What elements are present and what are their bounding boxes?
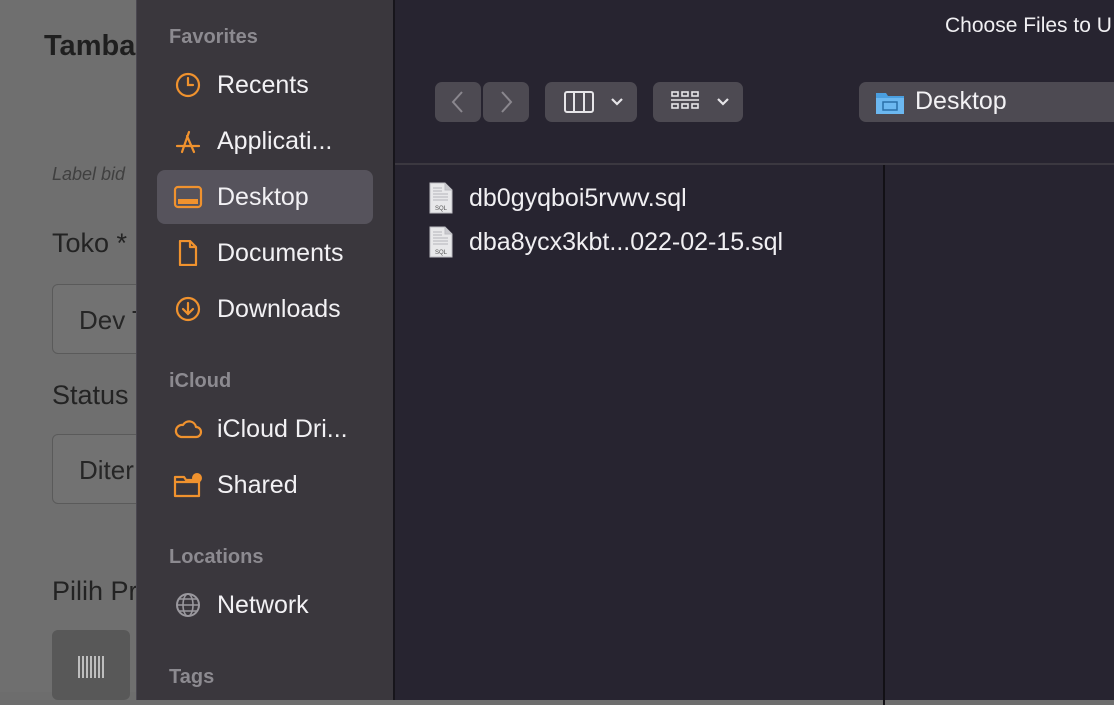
file-chooser-dialog: Favorites Recents Applicati... Desktop D… — [136, 0, 1114, 705]
group-button[interactable] — [653, 82, 743, 122]
dialog-title: Choose Files to U — [945, 14, 1112, 37]
folder-icon — [876, 93, 904, 114]
status-label: Status — [52, 380, 129, 410]
sidebar-item-label: Network — [217, 591, 309, 619]
sql-file-icon: SQL — [429, 182, 453, 214]
file-name: dba8ycx3kbt...022-02-15.sql — [469, 228, 784, 256]
sidebar-item-label: Shared — [217, 471, 298, 499]
chevron-down-icon — [717, 98, 729, 106]
download-icon — [175, 296, 201, 322]
toko-label: Toko * — [52, 228, 128, 258]
section-icloud: iCloud — [169, 370, 232, 392]
barcode-icon — [78, 656, 104, 678]
section-locations: Locations — [169, 546, 264, 568]
sidebar-item-desktop[interactable]: Desktop — [157, 170, 373, 224]
columns-view-icon — [564, 91, 594, 113]
view-mode-button[interactable] — [545, 82, 637, 122]
column-divider[interactable] — [883, 165, 885, 705]
svg-text:SQL: SQL — [435, 250, 448, 256]
status-value: Diter — [79, 455, 134, 485]
location-popup[interactable]: Desktop — [859, 82, 1114, 122]
sidebar-item-recents[interactable]: Recents — [157, 58, 373, 112]
chevron-right-icon — [501, 91, 513, 113]
sidebar-item-network[interactable]: Network — [157, 578, 373, 632]
grid-group-icon — [671, 91, 699, 109]
shared-folder-icon — [173, 473, 202, 498]
file-row[interactable]: SQL dba8ycx3kbt...022-02-15.sql — [429, 224, 869, 264]
sidebar: Favorites Recents Applicati... Desktop D… — [137, 0, 395, 700]
file-name: db0gyqboi5rvwv.sql — [469, 184, 687, 212]
sidebar-item-applications[interactable]: Applicati... — [157, 114, 373, 168]
location-label: Desktop — [915, 87, 1007, 115]
document-icon — [178, 240, 198, 266]
globe-icon — [176, 593, 200, 617]
section-tags: Tags — [169, 666, 215, 688]
sidebar-item-label: Downloads — [217, 295, 341, 323]
sidebar-item-downloads[interactable]: Downloads — [157, 282, 373, 336]
page-hint: Label bid — [52, 164, 126, 184]
file-browser: Choose Files to U Desktop SQL db0gyqboi5… — [395, 0, 1114, 705]
toolbar-divider — [395, 163, 1114, 165]
cloud-icon — [174, 420, 203, 439]
product-thumbnail[interactable] — [52, 630, 130, 700]
sidebar-item-label: Recents — [217, 71, 309, 99]
sidebar-item-label: Applicati... — [217, 127, 333, 155]
section-favorites: Favorites — [169, 26, 258, 48]
sql-file-icon: SQL — [429, 226, 453, 258]
sidebar-item-documents[interactable]: Documents — [157, 226, 373, 280]
chevron-left-icon — [451, 91, 463, 113]
sidebar-item-label: Documents — [217, 239, 344, 267]
applications-icon — [175, 130, 201, 154]
page-title: Tamba — [44, 30, 136, 62]
chevron-down-icon — [611, 98, 623, 106]
svg-text:SQL: SQL — [435, 206, 448, 212]
desktop-icon — [173, 185, 203, 209]
file-row[interactable]: SQL db0gyqboi5rvwv.sql — [429, 180, 869, 220]
sidebar-item-label: iCloud Dri... — [217, 415, 348, 443]
sidebar-item-label: Desktop — [217, 183, 309, 211]
product-label: Pilih Pr — [52, 576, 138, 606]
back-button[interactable] — [435, 82, 481, 122]
sidebar-item-icloud-drive[interactable]: iCloud Dri... — [157, 402, 373, 456]
sidebar-item-shared[interactable]: Shared — [157, 458, 373, 512]
forward-button[interactable] — [483, 82, 529, 122]
clock-icon — [175, 72, 201, 98]
